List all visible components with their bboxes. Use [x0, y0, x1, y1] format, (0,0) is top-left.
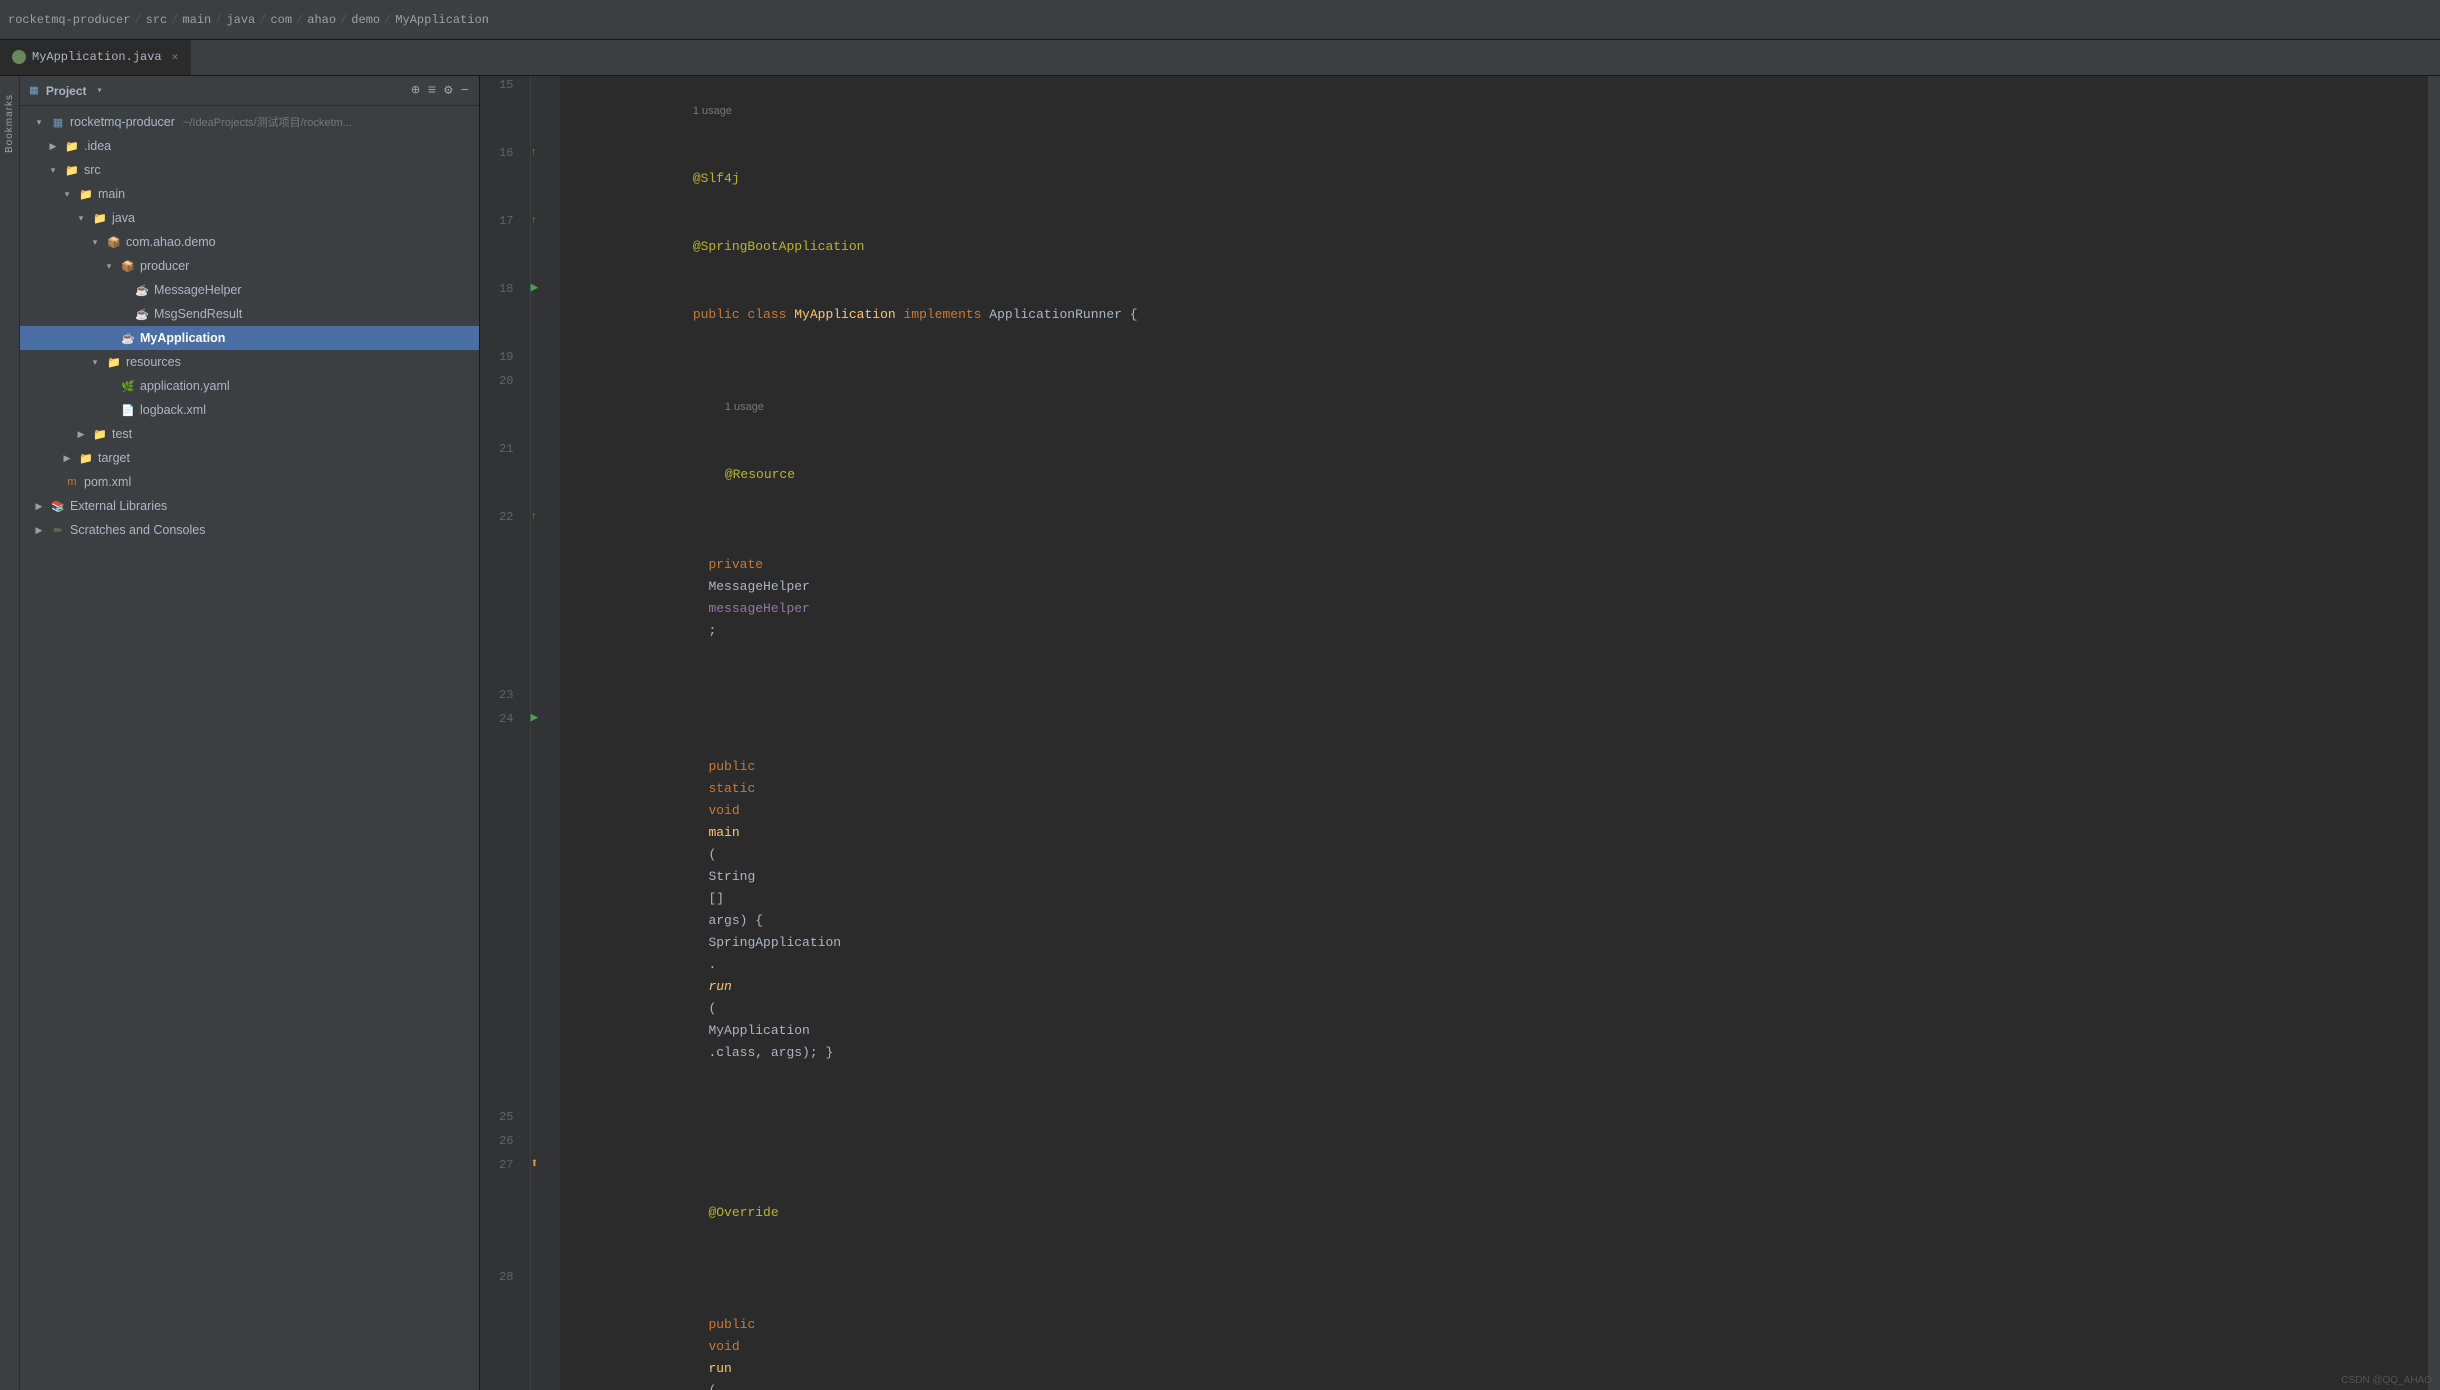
- folder-icon: 📁: [64, 138, 80, 154]
- producer-package-icon: 📦: [120, 258, 136, 274]
- locate-file-button[interactable]: ⊕: [411, 82, 419, 99]
- tree-item-src[interactable]: ▾ 📁 src: [20, 158, 479, 182]
- table-row: 24 ▶ public static void main: [480, 710, 2428, 1108]
- tree-arrow-ext-lib[interactable]: ▶: [32, 499, 46, 513]
- sidebar-toolbar: ⊕ ≡ ⚙ −: [411, 82, 469, 99]
- right-gutter: [2428, 76, 2440, 1390]
- project-sidebar: ▦ Project ▾ ⊕ ≡ ⚙ − ▾ ▦ rocketmq-produce…: [20, 76, 480, 1390]
- target-folder-icon: 📁: [78, 450, 94, 466]
- tree-item-target[interactable]: ▶ 📁 target: [20, 446, 479, 470]
- bookmarks-bar: Bookmarks: [0, 76, 20, 1390]
- gutter-impl-icon: ↑: [531, 511, 538, 523]
- test-folder-icon: 📁: [92, 426, 108, 442]
- code-table: 15 1 usage 16 ↑: [480, 76, 2428, 1390]
- tree-item-rocketmq-producer[interactable]: ▾ ▦ rocketmq-producer ~/IdeaProjects/测试项…: [20, 110, 479, 134]
- table-row: 25: [480, 1108, 2428, 1132]
- tree-arrow-target[interactable]: ▶: [60, 451, 74, 465]
- tree-item-pom-xml[interactable]: ▶ m pom.xml: [20, 470, 479, 494]
- table-row: 19: [480, 348, 2428, 372]
- tree-item-logback-xml[interactable]: ▶ 📄 logback.xml: [20, 398, 479, 422]
- table-row: 28 public void run ( ApplicationArgument…: [480, 1268, 2428, 1390]
- tree-arrow-src[interactable]: ▾: [46, 163, 60, 177]
- tree-arrow-producer[interactable]: ▾: [102, 259, 116, 273]
- tree-item-producer[interactable]: ▾ 📦 producer: [20, 254, 479, 278]
- tree-arrow-scratches[interactable]: ▶: [32, 523, 46, 537]
- editor-area: 15 1 usage 16 ↑: [480, 76, 2428, 1390]
- table-row: 20 1 usage: [480, 372, 2428, 440]
- table-row: 22 ↑ private MessageHelper messageHelper…: [480, 508, 2428, 686]
- tree-item-external-libraries[interactable]: ▶ 📚 External Libraries: [20, 494, 479, 518]
- scratches-label: Scratches and Consoles: [70, 523, 206, 537]
- tree-arrow-package[interactable]: ▾: [88, 235, 102, 249]
- tree-item-resources[interactable]: ▾ 📁 resources: [20, 350, 479, 374]
- tree-item-scratches[interactable]: ▶ ✏ Scratches and Consoles: [20, 518, 479, 542]
- gutter-run-icon: ▶: [531, 710, 539, 725]
- gutter-override-icon: ⬆: [531, 1156, 539, 1171]
- project-tree: ▾ ▦ rocketmq-producer ~/IdeaProjects/测试项…: [20, 106, 479, 1390]
- gutter-impl-icon: ↑: [531, 147, 538, 159]
- sidebar-dropdown-arrow[interactable]: ▾: [97, 85, 103, 97]
- tree-arrow-resources[interactable]: ▾: [88, 355, 102, 369]
- package-icon: 📦: [106, 234, 122, 250]
- bookmarks-label: Bookmarks: [4, 94, 15, 153]
- gutter-impl-icon: ↑: [531, 215, 538, 227]
- tree-item-idea[interactable]: ▶ 📁 .idea: [20, 134, 479, 158]
- library-icon: 📚: [50, 498, 66, 514]
- editor-content[interactable]: 15 1 usage 16 ↑: [480, 76, 2428, 1390]
- src-folder-icon: 📁: [64, 162, 80, 178]
- java-main-icon: ☕: [120, 330, 136, 346]
- java-icon-messagehelper: ☕: [134, 282, 150, 298]
- tree-item-package[interactable]: ▾ 📦 com.ahao.demo: [20, 230, 479, 254]
- tree-item-test[interactable]: ▶ 📁 test: [20, 422, 479, 446]
- table-row: 23: [480, 686, 2428, 710]
- module-icon: ▦: [30, 83, 38, 98]
- tree-arrow-java[interactable]: ▾: [74, 211, 88, 225]
- tree-item-application-yaml[interactable]: ▶ 🌿 application.yaml: [20, 374, 479, 398]
- tab-label: MyApplication.java: [32, 50, 162, 64]
- breadcrumb-bar: rocketmq-producer / src / main / java / …: [0, 0, 2440, 40]
- tree-arrow-root[interactable]: ▾: [32, 115, 46, 129]
- tree-item-main[interactable]: ▾ 📁 main: [20, 182, 479, 206]
- collapse-all-button[interactable]: ≡: [428, 83, 436, 99]
- resources-folder-icon: 📁: [106, 354, 122, 370]
- java-icon-msgsendresult: ☕: [134, 306, 150, 322]
- tree-arrow-main[interactable]: ▾: [60, 187, 74, 201]
- tree-item-msgsendresult[interactable]: ▶ ☕ MsgSendResult: [20, 302, 479, 326]
- hide-sidebar-button[interactable]: −: [461, 83, 469, 99]
- yaml-icon: 🌿: [120, 378, 136, 394]
- sidebar-header: ▦ Project ▾ ⊕ ≡ ⚙ −: [20, 76, 479, 106]
- module-icon: ▦: [50, 114, 66, 130]
- tree-arrow-idea[interactable]: ▶: [46, 139, 60, 153]
- tree-item-java[interactable]: ▾ 📁 java: [20, 206, 479, 230]
- main-folder-icon: 📁: [78, 186, 94, 202]
- table-row: 18 ▶ public class MyApplication implemen…: [480, 280, 2428, 348]
- table-row: 17 ↑ @SpringBootApplication: [480, 212, 2428, 280]
- watermark: CSDN @QQ_AHAO: [2341, 1375, 2432, 1386]
- table-row: 15 1 usage: [480, 76, 2428, 144]
- java-folder-icon: 📁: [92, 210, 108, 226]
- tree-item-myapplication[interactable]: ▶ ☕ MyApplication: [20, 326, 479, 350]
- xml-icon-logback: 📄: [120, 402, 136, 418]
- table-row: 27 ⬆ @Override: [480, 1156, 2428, 1268]
- sidebar-title: Project: [46, 84, 87, 98]
- java-file-icon: [12, 50, 26, 64]
- tree-arrow-test[interactable]: ▶: [74, 427, 88, 441]
- tab-bar: MyApplication.java ✕: [0, 40, 2440, 76]
- tab-myapplication[interactable]: MyApplication.java ✕: [0, 40, 191, 75]
- maven-icon: m: [64, 474, 80, 490]
- table-row: 21 @Resource: [480, 440, 2428, 508]
- table-row: 26: [480, 1132, 2428, 1156]
- tab-close-button[interactable]: ✕: [172, 50, 179, 64]
- tree-item-messagehelper[interactable]: ▶ ☕ MessageHelper: [20, 278, 479, 302]
- gutter-run-icon: ▶: [531, 280, 539, 295]
- table-row: 16 ↑ @Slf4j: [480, 144, 2428, 212]
- breadcrumb: rocketmq-producer / src / main / java / …: [8, 13, 489, 27]
- settings-button[interactable]: ⚙: [444, 82, 452, 99]
- scratches-icon: ✏: [50, 522, 66, 538]
